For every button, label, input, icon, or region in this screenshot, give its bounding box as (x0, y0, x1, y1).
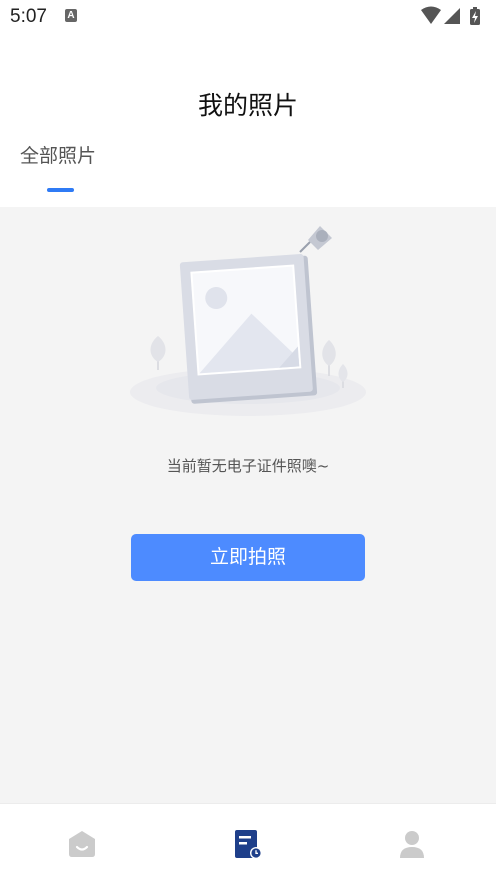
wifi-icon (421, 6, 441, 24)
status-bar: 5:07 A (0, 0, 496, 34)
home-icon (69, 831, 95, 857)
page-title: 我的照片 (197, 91, 298, 120)
profile-icon (400, 831, 424, 858)
status-icons (420, 6, 486, 26)
orders-icon (235, 830, 262, 859)
tree-left-icon (150, 336, 166, 370)
nav-item-home[interactable] (0, 804, 165, 881)
tab-active-indicator (47, 188, 74, 192)
notification-a-icon: A (65, 9, 77, 22)
nav-item-profile[interactable] (330, 804, 495, 881)
nav-item-orders[interactable] (165, 804, 330, 881)
tab-all-photos[interactable]: 全部照片 (20, 141, 96, 168)
photo-placeholder-icon (126, 222, 370, 418)
signal-icon (444, 8, 460, 24)
bottom-nav (0, 803, 496, 881)
status-time: 5:07 (10, 6, 47, 27)
empty-state-message: 当前暂无电子证件照噢~ (166, 457, 330, 475)
battery-charging-icon (470, 7, 480, 25)
pin-icon (299, 226, 332, 253)
take-photo-button[interactable]: 立即拍照 (131, 534, 365, 581)
